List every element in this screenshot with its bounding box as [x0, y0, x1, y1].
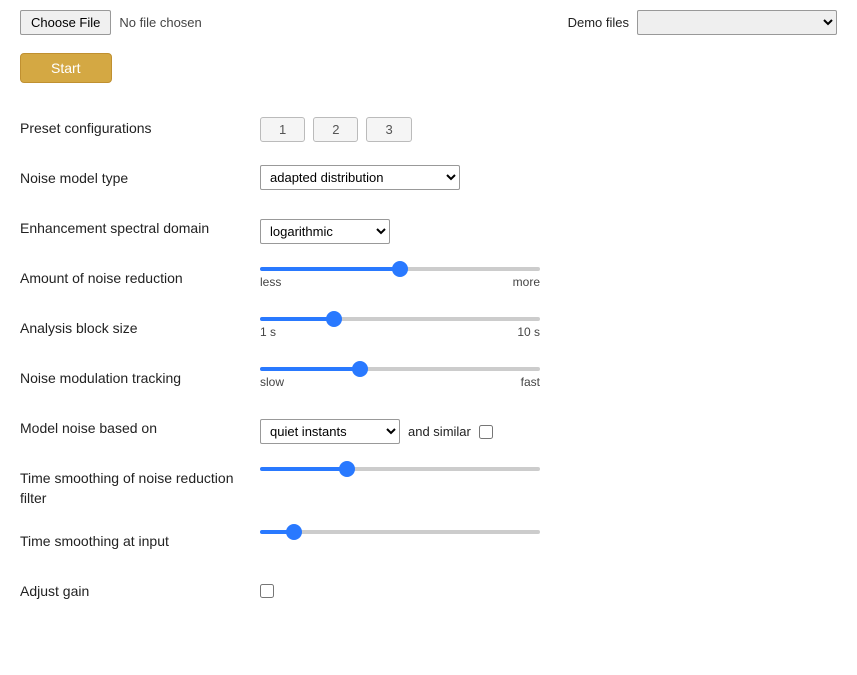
- analysis-block-size-max-label: 10 s: [517, 325, 540, 339]
- enhancement-spectral-domain-control: logarithmic linear power: [260, 215, 837, 244]
- noise-modulation-tracking-labels: slow fast: [260, 375, 540, 389]
- enhancement-spectral-domain-select[interactable]: logarithmic linear power: [260, 219, 390, 244]
- time-smoothing-filter-label: Time smoothing of noise reduction filter: [20, 465, 260, 508]
- analysis-block-size-slider-wrapper: 1 s 10 s: [260, 317, 837, 339]
- noise-model-type-label: Noise model type: [20, 165, 260, 189]
- time-smoothing-input-row: Time smoothing at input: [20, 518, 837, 568]
- noise-reduction-max-label: more: [513, 275, 540, 289]
- time-smoothing-filter-row: Time smoothing of noise reduction filter: [20, 455, 837, 518]
- noise-modulation-tracking-min-label: slow: [260, 375, 284, 389]
- noise-modulation-tracking-slider-wrapper: slow fast: [260, 367, 837, 389]
- start-button[interactable]: Start: [20, 53, 112, 83]
- noise-modulation-tracking-slider[interactable]: [260, 367, 540, 371]
- noise-modulation-tracking-max-label: fast: [521, 375, 540, 389]
- preset-configurations-control: 1 2 3: [260, 115, 837, 142]
- adjust-gain-label: Adjust gain: [20, 578, 260, 602]
- preset-button-3[interactable]: 3: [366, 117, 411, 142]
- model-noise-based-select[interactable]: quiet instants all custom: [260, 419, 400, 444]
- preset-button-1[interactable]: 1: [260, 117, 305, 142]
- preset-button-2[interactable]: 2: [313, 117, 358, 142]
- model-noise-based-row: Model noise based on quiet instants all …: [20, 405, 837, 455]
- demo-files-section: Demo files: [568, 10, 837, 35]
- analysis-block-size-labels: 1 s 10 s: [260, 325, 540, 339]
- start-section: Start: [20, 53, 837, 105]
- noise-reduction-label: Amount of noise reduction: [20, 265, 260, 289]
- choose-file-button[interactable]: Choose File: [20, 10, 111, 35]
- time-smoothing-input-slider-wrapper: [260, 530, 837, 536]
- analysis-block-size-slider[interactable]: [260, 317, 540, 321]
- enhancement-spectral-domain-row: Enhancement spectral domain logarithmic …: [20, 205, 837, 255]
- file-section: Choose File No file chosen: [20, 10, 202, 35]
- noise-modulation-tracking-control: slow fast: [260, 365, 837, 389]
- settings-container: Preset configurations 1 2 3 Noise model …: [20, 105, 837, 618]
- noise-reduction-slider[interactable]: [260, 267, 540, 271]
- time-smoothing-input-label: Time smoothing at input: [20, 528, 260, 552]
- noise-modulation-tracking-row: Noise modulation tracking slow fast: [20, 355, 837, 405]
- noise-model-type-control: adapted distribution stationary non-stat…: [260, 165, 837, 190]
- analysis-block-size-label: Analysis block size: [20, 315, 260, 339]
- model-noise-based-label: Model noise based on: [20, 415, 260, 439]
- noise-model-type-row: Noise model type adapted distribution st…: [20, 155, 837, 205]
- noise-reduction-labels: less more: [260, 275, 540, 289]
- noise-modulation-tracking-label: Noise modulation tracking: [20, 365, 260, 389]
- and-similar-checkbox[interactable]: [479, 425, 493, 439]
- analysis-block-size-row: Analysis block size 1 s 10 s: [20, 305, 837, 355]
- adjust-gain-control: [260, 578, 837, 598]
- demo-files-select[interactable]: [637, 10, 837, 35]
- time-smoothing-filter-slider[interactable]: [260, 467, 540, 471]
- noise-reduction-control: less more: [260, 265, 837, 289]
- adjust-gain-checkbox[interactable]: [260, 584, 274, 598]
- noise-model-type-select[interactable]: adapted distribution stationary non-stat…: [260, 165, 460, 190]
- analysis-block-size-control: 1 s 10 s: [260, 315, 837, 339]
- noise-reduction-slider-wrapper: less more: [260, 267, 837, 289]
- time-smoothing-input-control: [260, 528, 837, 536]
- analysis-block-size-min-label: 1 s: [260, 325, 276, 339]
- preset-buttons: 1 2 3: [260, 117, 837, 142]
- top-bar: Choose File No file chosen Demo files: [20, 10, 837, 35]
- model-noise-based-control: quiet instants all custom and similar: [260, 415, 837, 444]
- and-similar-label: and similar: [408, 424, 471, 439]
- noise-reduction-row: Amount of noise reduction less more: [20, 255, 837, 305]
- preset-configurations-row: Preset configurations 1 2 3: [20, 105, 837, 155]
- time-smoothing-filter-control: [260, 465, 837, 473]
- enhancement-spectral-domain-label: Enhancement spectral domain: [20, 215, 260, 239]
- adjust-gain-row: Adjust gain: [20, 568, 837, 618]
- no-file-text: No file chosen: [119, 15, 201, 30]
- time-smoothing-input-slider[interactable]: [260, 530, 540, 534]
- time-smoothing-filter-slider-wrapper: [260, 467, 837, 473]
- preset-configurations-label: Preset configurations: [20, 115, 260, 139]
- demo-files-label: Demo files: [568, 15, 629, 30]
- model-noise-based-row-inner: quiet instants all custom and similar: [260, 419, 837, 444]
- noise-reduction-min-label: less: [260, 275, 281, 289]
